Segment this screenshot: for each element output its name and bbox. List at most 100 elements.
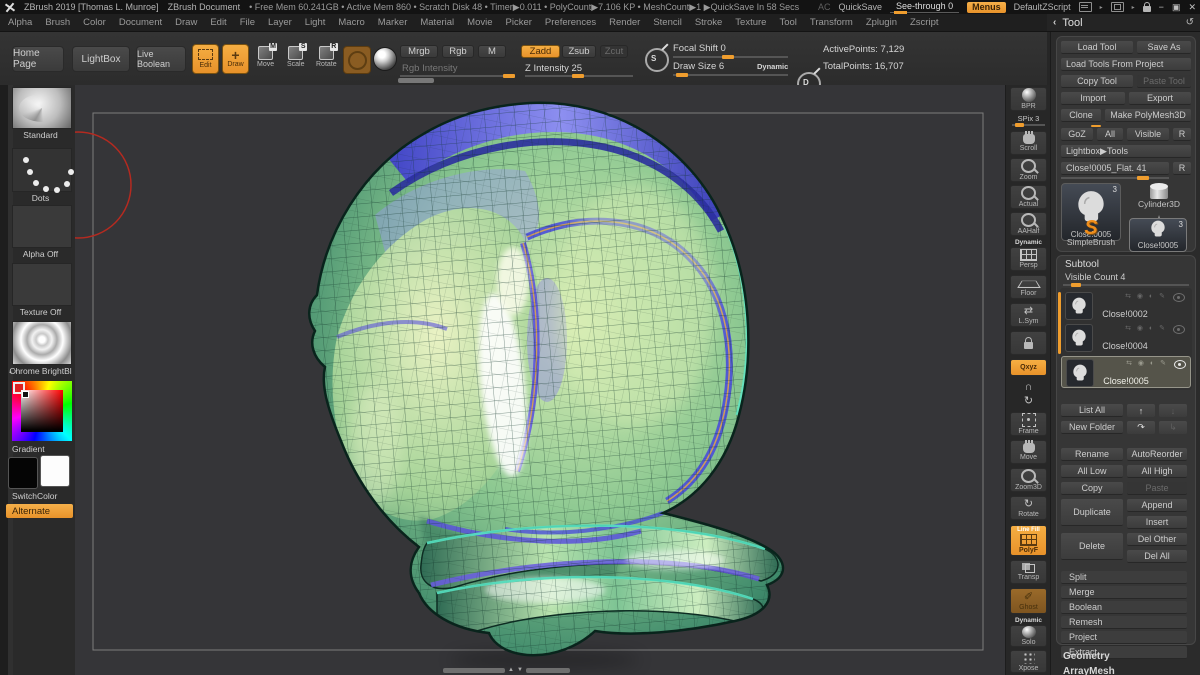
ghost-button[interactable]: ✐ Ghost <box>1010 588 1047 614</box>
active-tool-slider[interactable]: Close!0005_Flat. 41 <box>1061 162 1169 175</box>
material-thumbnail[interactable] <box>12 321 72 365</box>
all-low-button[interactable]: All Low <box>1061 465 1123 478</box>
move-to-bottom-button[interactable]: ↳ <box>1159 421 1187 434</box>
menu-item-picker[interactable]: Picker <box>506 17 532 28</box>
menu-item-texture[interactable]: Texture <box>735 17 766 28</box>
scroll-button[interactable]: Scroll <box>1010 131 1047 155</box>
edit-button[interactable]: Edit <box>192 44 219 74</box>
frame-button[interactable]: Frame <box>1010 412 1047 436</box>
menu-item-edit[interactable]: Edit <box>210 17 226 28</box>
subtool-row-selected[interactable]: ⇆ ◉ ◐ ✎ Close!0005 <box>1061 356 1191 388</box>
merge-section[interactable]: Merge <box>1061 586 1187 599</box>
subtool-row-icons[interactable]: ⇆ ◉ ◐ ✎ <box>1125 324 1167 332</box>
floor-button[interactable]: Floor <box>1010 275 1047 299</box>
all-high-button[interactable]: All High <box>1127 465 1187 478</box>
persp-button[interactable]: Persp <box>1010 247 1047 271</box>
collapse-panel-icon[interactable]: ‹ <box>1053 17 1056 28</box>
visible-count-track[interactable] <box>1063 284 1189 286</box>
toolbar-scroll-handle[interactable] <box>398 78 434 83</box>
export-button[interactable]: Export <box>1129 92 1191 105</box>
rename-button[interactable]: Rename <box>1061 448 1123 461</box>
goz-all-button[interactable]: All <box>1097 128 1123 141</box>
restore-button[interactable]: ▣ <box>1172 2 1181 13</box>
goz-button[interactable]: GoZ <box>1061 128 1093 141</box>
rgb-intensity-handle[interactable] <box>503 74 515 78</box>
copy-button[interactable]: Copy <box>1061 482 1123 495</box>
m-button[interactable]: M <box>478 45 506 58</box>
pivot-button[interactable]: ∩ <box>1010 380 1047 393</box>
active-tool-handle[interactable] <box>1137 176 1149 180</box>
menu-item-material[interactable]: Material <box>420 17 454 28</box>
menu-item-render[interactable]: Render <box>609 17 640 28</box>
focal-brush-icon[interactable]: S <box>645 48 669 72</box>
menu-item-transform[interactable]: Transform <box>810 17 853 28</box>
rgb-intensity-track[interactable] <box>400 75 515 77</box>
scrollbar-right-bar[interactable] <box>526 668 570 673</box>
secondary-color-swatch[interactable] <box>40 455 70 487</box>
menu-item-color[interactable]: Color <box>83 17 106 28</box>
subtool-row[interactable]: ⇆ ◉ ◐ ✎ Close!0004 <box>1061 322 1189 352</box>
lock-icon[interactable] <box>1143 6 1151 12</box>
list-all-button[interactable]: List All <box>1061 404 1123 417</box>
z-intensity-slider[interactable]: Z Intensity 25 <box>525 63 582 74</box>
boolean-section[interactable]: Boolean <box>1061 601 1187 614</box>
subtool-row[interactable]: ⇆ ◉ ◐ ✎ Close!0002 <box>1061 290 1189 320</box>
project-section[interactable]: Project <box>1061 631 1187 644</box>
save-as-button[interactable]: Save As <box>1137 41 1191 54</box>
goz-visible-button[interactable]: Visible <box>1127 128 1169 141</box>
zcut-button[interactable]: Zcut <box>600 45 628 58</box>
scrollbar-left-bar[interactable] <box>443 668 505 673</box>
scroll-down-icon[interactable]: ▼ <box>517 666 523 674</box>
document-canvas[interactable]: ▲ ▼ <box>75 85 1005 675</box>
texture-thumbnail[interactable] <box>12 263 72 306</box>
polyframe-button[interactable]: Line Fill PolyF <box>1010 525 1047 556</box>
rotate3d-button[interactable]: ↻Rotate <box>1010 496 1047 520</box>
make-polymesh3d-button[interactable]: Make PolyMesh3D <box>1105 109 1191 122</box>
zoom3d-button[interactable]: Zoom3D <box>1010 468 1047 492</box>
menu-item-movie[interactable]: Movie <box>467 17 492 28</box>
visible-count-handle[interactable] <box>1071 283 1081 287</box>
material-ball-icon[interactable] <box>374 48 396 70</box>
move-up-button[interactable]: ↑ <box>1127 404 1155 417</box>
mrgb-button[interactable]: Mrgb <box>400 45 438 58</box>
spin-button[interactable]: ↻ <box>1010 394 1047 407</box>
visible-count-slider[interactable]: Visible Count 4 <box>1065 272 1125 282</box>
menu-item-layer[interactable]: Layer <box>268 17 292 28</box>
menu-item-alpha[interactable]: Alpha <box>8 17 32 28</box>
move-button[interactable]: M Move <box>257 46 274 68</box>
color-picker[interactable] <box>12 381 72 441</box>
menu-item-tool[interactable]: Tool <box>779 17 796 28</box>
stroke-brush-button[interactable] <box>343 46 371 74</box>
viewport[interactable] <box>75 85 1005 675</box>
move-to-top-button[interactable]: ↷ <box>1127 421 1155 434</box>
spix-handle[interactable] <box>1015 123 1024 127</box>
menu-item-macro[interactable]: Macro <box>338 17 364 28</box>
autoreorder-button[interactable]: AutoReorder <box>1127 448 1187 461</box>
copy-tool-button[interactable]: Copy Tool <box>1061 75 1133 88</box>
clone-button[interactable]: Clone <box>1061 109 1101 122</box>
arraymesh-palette-header[interactable]: ArrayMesh <box>1063 666 1115 675</box>
draw-size-track[interactable] <box>673 74 788 76</box>
scroll-up-icon[interactable]: ▲ <box>508 666 514 674</box>
alternate-button[interactable]: Alternate <box>6 504 73 518</box>
menu-item-zplugin[interactable]: Zplugin <box>866 17 897 28</box>
insert-button[interactable]: Insert <box>1127 516 1187 529</box>
load-tool-button[interactable]: Load Tool <box>1061 41 1133 54</box>
zoom-button[interactable]: Zoom <box>1010 158 1047 182</box>
draw-button[interactable]: + Draw <box>222 44 249 74</box>
main-color-swatch[interactable] <box>8 457 38 489</box>
append-button[interactable]: Append <box>1127 499 1187 512</box>
menu-item-marker[interactable]: Marker <box>378 17 408 28</box>
scale-button[interactable]: S Scale <box>287 46 305 68</box>
subtool-row-icons[interactable]: ⇆ ◉ ◐ ✎ <box>1126 359 1168 367</box>
focal-shift-slider[interactable]: Focal Shift 0 <box>673 43 726 54</box>
menu-item-zscript[interactable]: Zscript <box>910 17 939 28</box>
menu-item-light[interactable]: Light <box>305 17 326 28</box>
subtool-row-icons[interactable]: ⇆ ◉ ◐ ✎ <box>1125 292 1167 300</box>
remesh-section[interactable]: Remesh <box>1061 616 1187 629</box>
default-zscript-button[interactable]: DefaultZScript <box>1014 2 1071 12</box>
lightbox-tools-button[interactable]: Lightbox▶Tools <box>1061 145 1191 158</box>
import-button[interactable]: Import <box>1061 92 1125 105</box>
rgb-button[interactable]: Rgb <box>442 45 474 58</box>
minimize-button[interactable]: − <box>1159 2 1164 12</box>
